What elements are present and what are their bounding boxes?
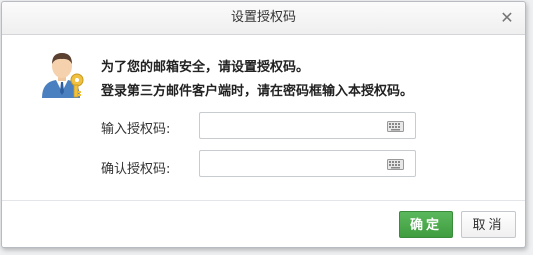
auth-code-input[interactable] xyxy=(206,116,380,137)
dialog-title: 设置授权码 xyxy=(230,10,296,25)
auth-code-label: 输入授权码: xyxy=(101,122,171,137)
confirm-code-label: 确认授权码: xyxy=(101,162,171,177)
cancel-button[interactable]: 取消 xyxy=(461,211,516,238)
message-line-2: 登录第三方邮件客户端时，请在密码框输入本授权码。 xyxy=(101,84,414,99)
ok-button[interactable]: 确定 xyxy=(399,211,453,238)
message-line-1: 为了您的邮箱安全，请设置授权码。 xyxy=(101,60,310,75)
user-with-key-icon xyxy=(36,48,88,100)
auth-code-field[interactable] xyxy=(199,112,416,139)
keyboard-icon[interactable] xyxy=(387,159,404,170)
dialog-titlebar: 设置授权码 ✕ xyxy=(2,2,525,35)
confirm-code-input[interactable] xyxy=(206,154,380,175)
close-icon[interactable]: ✕ xyxy=(499,2,515,34)
confirm-code-field[interactable] xyxy=(199,150,416,177)
keyboard-icon[interactable] xyxy=(387,121,404,132)
